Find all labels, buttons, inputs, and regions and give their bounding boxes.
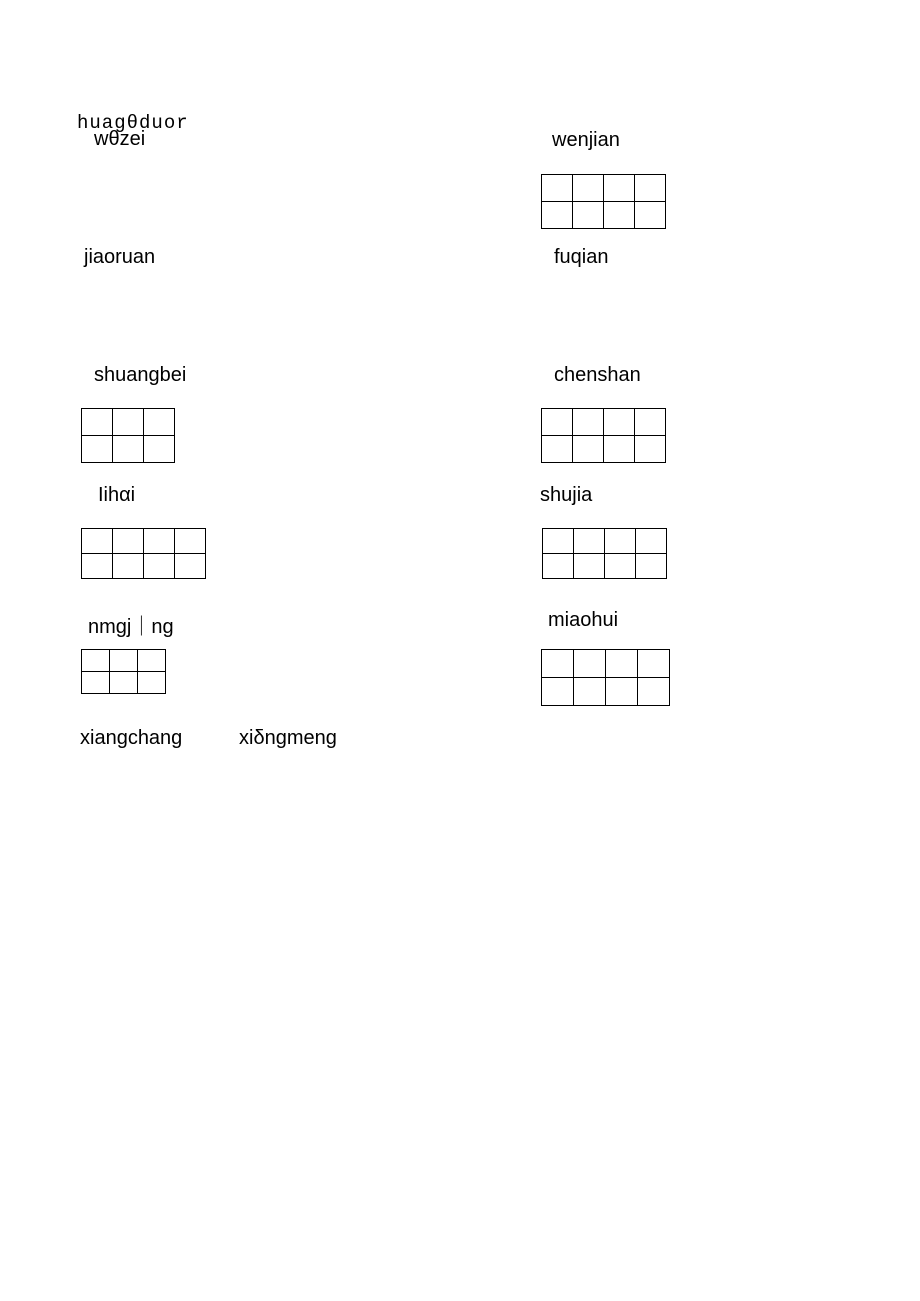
- cell[interactable]: [574, 554, 605, 579]
- cell[interactable]: [113, 554, 144, 579]
- label-miaohui: miaohui: [548, 609, 618, 632]
- cell[interactable]: [635, 436, 666, 463]
- label-jiaoruan: jiaoruan: [84, 246, 155, 269]
- grid-chenshan: [541, 408, 666, 463]
- cell[interactable]: [110, 672, 138, 694]
- cell[interactable]: [144, 436, 175, 463]
- cell[interactable]: [573, 202, 604, 229]
- cell[interactable]: [144, 409, 175, 436]
- cell[interactable]: [636, 529, 667, 554]
- grid-shujia: [542, 528, 667, 579]
- cell[interactable]: [604, 436, 635, 463]
- cell[interactable]: [573, 409, 604, 436]
- cell[interactable]: [113, 409, 144, 436]
- label-chenshan: chenshan: [554, 364, 641, 387]
- cell[interactable]: [82, 409, 113, 436]
- cell[interactable]: [605, 529, 636, 554]
- label-fuqian: fuqian: [554, 246, 609, 269]
- label-lihai: Iihαi: [98, 484, 135, 507]
- cell[interactable]: [542, 678, 574, 706]
- cell[interactable]: [175, 529, 206, 554]
- cell[interactable]: [82, 529, 113, 554]
- cell[interactable]: [543, 529, 574, 554]
- cell[interactable]: [635, 202, 666, 229]
- cell[interactable]: [574, 650, 606, 678]
- label-nmgjng: nmgj｜ng: [88, 610, 174, 639]
- cell[interactable]: [604, 409, 635, 436]
- cell[interactable]: [82, 672, 110, 694]
- cell[interactable]: [574, 678, 606, 706]
- cell[interactable]: [542, 436, 573, 463]
- cell[interactable]: [542, 202, 573, 229]
- cell[interactable]: [638, 650, 670, 678]
- grid-wenjian: [541, 174, 666, 229]
- cell[interactable]: [606, 650, 638, 678]
- cell[interactable]: [175, 554, 206, 579]
- cell[interactable]: [113, 529, 144, 554]
- grid-shuangbei: [81, 408, 175, 463]
- cell[interactable]: [574, 529, 605, 554]
- grid-miaohui: [541, 649, 670, 706]
- cell[interactable]: [82, 554, 113, 579]
- cell[interactable]: [542, 409, 573, 436]
- label-xiangchang: xiangchang: [80, 727, 182, 750]
- label-wenjian: wenjian: [552, 129, 620, 152]
- cell[interactable]: [635, 409, 666, 436]
- cell[interactable]: [144, 554, 175, 579]
- cell[interactable]: [638, 678, 670, 706]
- cell[interactable]: [604, 202, 635, 229]
- cell[interactable]: [138, 650, 166, 672]
- cell[interactable]: [636, 554, 667, 579]
- label-xidngmeng: xiδngmeng: [239, 727, 337, 750]
- cell[interactable]: [82, 436, 113, 463]
- label-shujia: shujia: [540, 484, 592, 507]
- cell[interactable]: [113, 436, 144, 463]
- cell[interactable]: [605, 554, 636, 579]
- cell[interactable]: [573, 175, 604, 202]
- cell[interactable]: [542, 175, 573, 202]
- cell[interactable]: [82, 650, 110, 672]
- cell[interactable]: [543, 554, 574, 579]
- cell[interactable]: [635, 175, 666, 202]
- label-wzei: wθzei: [94, 128, 145, 151]
- cell[interactable]: [542, 650, 574, 678]
- grid-lihai: [81, 528, 206, 579]
- cell[interactable]: [604, 175, 635, 202]
- cell[interactable]: [606, 678, 638, 706]
- cell[interactable]: [573, 436, 604, 463]
- cell[interactable]: [138, 672, 166, 694]
- grid-nmgjng: [81, 649, 166, 694]
- cell[interactable]: [110, 650, 138, 672]
- cell[interactable]: [144, 529, 175, 554]
- label-shuangbei: shuangbei: [94, 364, 186, 387]
